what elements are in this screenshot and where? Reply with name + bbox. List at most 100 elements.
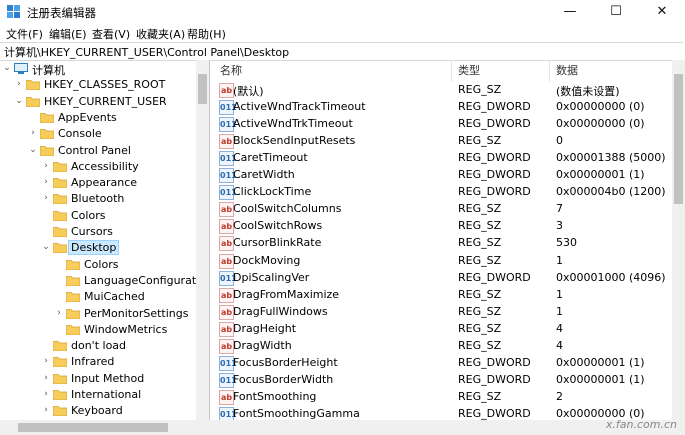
value-data: (数值未设置) xyxy=(556,85,620,98)
tree-node[interactable]: Cursors xyxy=(0,224,196,240)
tree-node-label: don't load xyxy=(71,339,127,353)
menu-help[interactable]: 帮助(H) xyxy=(187,26,226,42)
folder-icon xyxy=(52,242,68,254)
tree-node[interactable]: don't load xyxy=(0,338,196,354)
address-path: 计算机\HKEY_CURRENT_USER\Control Panel\Desk… xyxy=(4,46,290,59)
value-row[interactable]: ab DragFromMaximize REG_SZ 1 xyxy=(214,287,672,304)
scrollbar-thumb[interactable] xyxy=(18,423,168,432)
tree-node[interactable]: › PerMonitorSettings xyxy=(0,306,196,322)
chevron-right-icon[interactable]: › xyxy=(41,404,51,416)
chevron-down-icon[interactable]: ⌄ xyxy=(28,144,38,156)
folder-icon xyxy=(52,356,68,368)
chevron-right-icon[interactable]: › xyxy=(14,78,24,90)
value-type: REG_SZ xyxy=(458,134,502,148)
menu-favorites[interactable]: 收藏夹(A) xyxy=(136,26,185,42)
chevron-right-icon[interactable]: › xyxy=(41,176,51,188)
folder-icon xyxy=(52,405,68,417)
chevron-right-icon[interactable]: › xyxy=(41,160,51,172)
chevron-down-icon[interactable]: ⌄ xyxy=(2,62,12,74)
tree-node[interactable]: ⌄ Control Panel xyxy=(0,143,196,159)
tree-node[interactable]: › International xyxy=(0,387,196,403)
value-name: CoolSwitchColumns xyxy=(233,202,342,216)
value-row[interactable]: ab BlockSendInputResets REG_SZ 0 xyxy=(214,133,672,150)
tree-node[interactable]: ⌄ Desktop xyxy=(0,240,196,256)
value-name: DragFullWindows xyxy=(233,304,328,318)
folder-icon xyxy=(52,177,68,189)
value-type: REG_DWORD xyxy=(458,100,531,114)
string-value-icon: ab xyxy=(219,236,234,252)
value-row[interactable]: ab CoolSwitchColumns REG_SZ 7 xyxy=(214,201,672,218)
column-type[interactable]: 类型 xyxy=(458,60,480,82)
tree-node[interactable]: › HKEY_CLASSES_ROOT xyxy=(0,77,196,93)
value-row[interactable]: 011 CaretTimeout REG_DWORD 0x00001388 (5000… xyxy=(214,150,672,167)
tree-node[interactable]: Colors xyxy=(0,208,196,224)
binary-value-icon: 011 xyxy=(219,406,237,420)
value-row[interactable]: ab DragHeight REG_SZ 4 xyxy=(214,321,672,338)
chevron-down-icon[interactable]: ⌄ xyxy=(41,241,51,253)
value-name: CursorBlinkRate xyxy=(233,236,322,250)
tree-node[interactable]: › Console xyxy=(0,126,196,142)
tree-node[interactable]: › Appearance xyxy=(0,175,196,191)
maximize-button[interactable]: ☐ xyxy=(593,0,639,24)
value-row[interactable]: 011 CaretWidth REG_DWORD 0x00000001 (1) xyxy=(214,167,672,184)
menu-view[interactable]: 查看(V) xyxy=(92,26,130,42)
tree-node[interactable]: MuiCached xyxy=(0,289,196,305)
value-row[interactable]: ab DragWidth REG_SZ 4 xyxy=(214,338,672,355)
address-bar[interactable]: 计算机\HKEY_CURRENT_USER\Control Panel\Desk… xyxy=(0,42,683,61)
tree-node[interactable]: AppEvents xyxy=(0,110,196,126)
value-row[interactable]: 011 ClickLockTime REG_DWORD 0x000004b0 (120… xyxy=(214,184,672,201)
column-separator[interactable] xyxy=(549,60,550,82)
tree-node[interactable]: Colors xyxy=(0,257,196,273)
value-row[interactable]: 011 FontSmoothingGamma REG_DWORD 0x00000000… xyxy=(214,406,672,420)
binary-value-icon: 011 xyxy=(219,168,237,184)
value-name: DragWidth xyxy=(233,338,292,352)
tree-node[interactable]: › Keyboard xyxy=(0,403,196,419)
value-name: FocusBorderHeight xyxy=(233,355,338,369)
scrollbar-thumb[interactable] xyxy=(674,74,683,204)
chevron-right-icon[interactable]: › xyxy=(41,192,51,204)
menu-file[interactable]: 文件(F) xyxy=(6,26,43,42)
tree-node-label: 计算机 xyxy=(32,64,65,77)
tree-node[interactable]: › Infrared xyxy=(0,354,196,370)
value-row[interactable]: ab DockMoving REG_SZ 1 xyxy=(214,253,672,270)
tree-horizontal-scrollbar[interactable] xyxy=(0,420,685,435)
scrollbar-thumb[interactable] xyxy=(198,74,207,104)
tree-node[interactable]: › Bluetooth xyxy=(0,191,196,207)
value-row[interactable]: 011 FocusBorderHeight REG_DWORD 0x00000001 … xyxy=(214,355,672,372)
tree-node[interactable]: LanguageConfiguratio xyxy=(0,273,206,289)
chevron-right-icon[interactable]: › xyxy=(54,307,64,319)
value-name: BlockSendInputResets xyxy=(233,134,356,148)
chevron-right-icon[interactable]: › xyxy=(28,127,38,139)
chevron-right-icon[interactable]: › xyxy=(41,388,51,400)
tree-node[interactable]: › Input Method xyxy=(0,371,196,387)
value-row[interactable]: ab CursorBlinkRate REG_SZ 530 xyxy=(214,235,672,252)
chevron-right-icon[interactable]: › xyxy=(41,372,51,384)
value-data: 0x00000001 (1) xyxy=(556,355,645,369)
tree-node[interactable]: ⌄ HKEY_CURRENT_USER xyxy=(0,94,196,110)
folder-icon xyxy=(65,291,81,303)
value-row[interactable]: 011 ActiveWndTrackTimeout REG_DWORD 0x00000… xyxy=(214,99,672,116)
tree-node-label: Colors xyxy=(84,257,119,271)
chevron-down-icon[interactable]: ⌄ xyxy=(14,95,24,107)
column-data[interactable]: 数据 xyxy=(556,60,578,82)
column-separator[interactable] xyxy=(451,60,452,82)
tree-node[interactable]: WindowMetrics xyxy=(0,322,196,338)
minimize-button[interactable]: — xyxy=(547,0,593,24)
menu-edit[interactable]: 编辑(E) xyxy=(49,26,87,42)
value-row[interactable]: ab (默认) REG_SZ (数值未设置) xyxy=(214,82,672,99)
tree-node[interactable]: ⌄ 计算机 xyxy=(0,61,196,77)
values-scrollbar[interactable] xyxy=(672,60,685,420)
chevron-right-icon[interactable]: › xyxy=(41,355,51,367)
value-row[interactable]: ab FontSmoothing REG_SZ 2 xyxy=(214,389,672,406)
value-row[interactable]: 011 FocusBorderWidth REG_DWORD 0x00000001 (… xyxy=(214,372,672,389)
tree-scrollbar[interactable] xyxy=(196,60,209,420)
value-row[interactable]: 011 DpiScalingVer REG_DWORD 0x00001000 (409… xyxy=(214,270,672,287)
column-name[interactable]: 名称 xyxy=(220,60,242,82)
close-button[interactable]: ✕ xyxy=(639,0,685,24)
value-type: REG_SZ xyxy=(458,236,502,250)
value-row[interactable]: 011 ActiveWndTrkTimeout REG_DWORD 0x0000000… xyxy=(214,116,672,133)
value-row[interactable]: ab DragFullWindows REG_SZ 1 xyxy=(214,304,672,321)
tree-node[interactable]: › Accessibility xyxy=(0,159,196,175)
value-row[interactable]: ab CoolSwitchRows REG_SZ 3 xyxy=(214,218,672,235)
tree-node-label: Cursors xyxy=(71,225,113,238)
